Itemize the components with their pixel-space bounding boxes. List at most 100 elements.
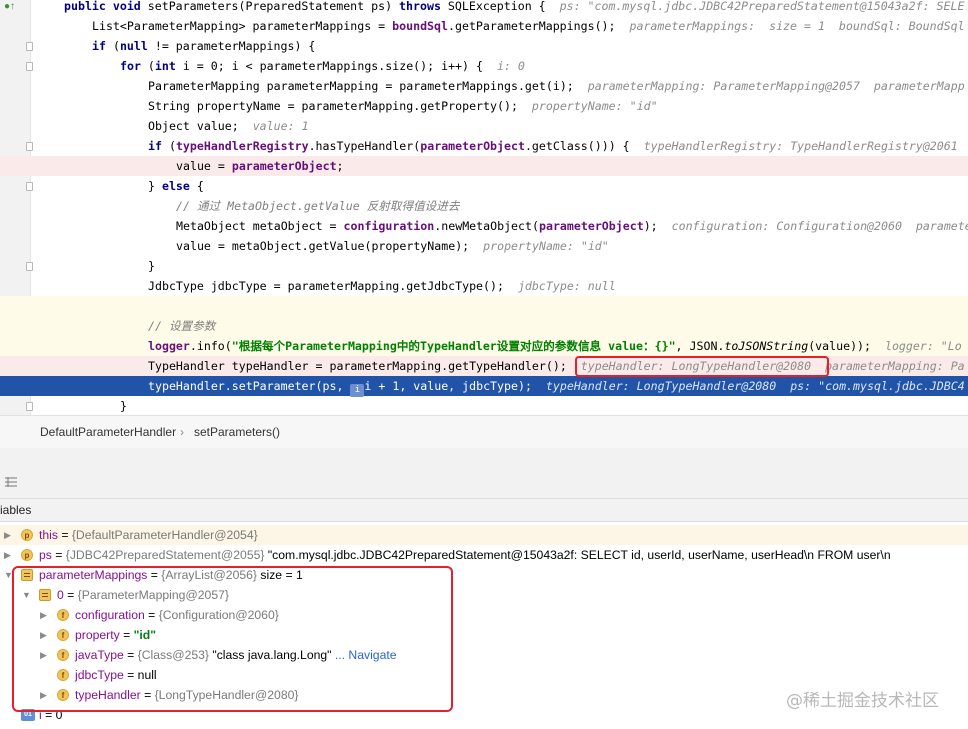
breadcrumb-method[interactable]: setParameters() [194,416,280,448]
code-token: typeHandler.setParameter(ps, [148,379,351,393]
collapsed-arrow-icon[interactable]: ▶ [4,545,11,565]
code-token: int [154,59,183,73]
code-token: toJSONString [724,339,809,353]
code-token: TypeHandler typeHandler = parameterMappi… [148,359,581,373]
code-token: } [148,179,162,193]
code-token: } [120,399,127,413]
code-text: // 通过 MetaObject.getValue 反射取得值设进去 [176,196,459,216]
code-token: , JSON. [675,339,725,353]
code-token: // 设置参数 [148,319,216,333]
code-line[interactable]: value = metaObject.getValue(propertyName… [0,236,968,256]
code-line[interactable]: JdbcType jdbcType = parameterMapping.get… [0,276,968,296]
fold-marker-icon[interactable] [26,142,33,151]
code-token: ); [643,219,672,233]
code-text: public void setParameters(PreparedStatem… [64,0,964,16]
code-line[interactable]: } [0,256,968,276]
code-line[interactable]: String propertyName = parameterMapping.g… [0,96,968,116]
code-line[interactable]: } else { [0,176,968,196]
code-text: List<ParameterMapping> parameterMappings… [92,16,965,36]
code-line[interactable]: // 通过 MetaObject.getValue 反射取得值设进去 [0,196,968,216]
code-token: null [119,39,155,53]
code-line[interactable]: for (int i = 0; i < parameterMappings.si… [0,56,968,76]
restore-layout-icon[interactable] [4,476,18,488]
code-token: MetaObject metaObject = [176,219,344,233]
code-line[interactable]: Object value; value: 1 [0,116,968,136]
code-token: ; i < parameterMappings.size(); i++) { [217,59,497,73]
code-token: typeHandlerRegistry [175,139,309,153]
code-token: value = [176,159,232,173]
code-line[interactable] [0,296,968,316]
code-line[interactable]: if (null != parameterMappings) { [0,36,968,56]
code-token: JdbcType jdbcType = parameterMapping.get… [148,279,518,293]
variable-equals: = [51,548,66,562]
breadcrumb-class[interactable]: DefaultParameterHandler [40,416,176,448]
code-text: MetaObject metaObject = configuration.ne… [176,216,968,236]
code-token: value = metaObject.getValue(propertyName… [176,239,484,253]
code-line[interactable]: } [0,396,968,415]
code-line[interactable]: logger.info("根据每个ParameterMapping中的TypeH… [0,336,968,356]
code-token: setParameters(PreparedStatement ps) [147,0,400,13]
code-token: i: 0 [496,59,525,73]
code-token: public void [64,0,148,13]
code-token: .getParameterMappings(); [448,19,630,33]
code-line[interactable]: // 设置参数 [0,316,968,336]
code-token: jdbcType: null [517,279,616,293]
code-token: parameterMapping: ParameterMapping@2057 … [587,79,965,93]
code-token: ( [168,139,176,153]
variable-value: {DefaultParameterHandler@2054} [71,528,258,542]
code-token: parameterMappings: size = 1 boundSql: Bo… [629,19,965,33]
code-line[interactable]: public void setParameters(PreparedStatem… [0,0,968,16]
highlight-box-typehandler-hint [575,356,829,377]
code-token: String propertyName = parameterMapping.g… [148,99,532,113]
code-text: value = metaObject.getValue(propertyName… [176,236,609,256]
code-token: // 通过 MetaObject.getValue 反射取得值设进去 [176,199,460,213]
fold-marker-icon[interactable] [26,42,33,51]
variable-row[interactable]: ▶ p this = {DefaultParameterHandler@2054} [0,525,968,545]
code-text: } else { [148,176,204,196]
code-line[interactable]: value = parameterObject; [0,156,968,176]
code-text: ParameterMapping parameterMapping = para… [148,76,965,96]
fold-marker-icon[interactable] [26,182,33,191]
fold-marker-icon[interactable] [26,402,33,411]
code-token: parameterObject [231,159,337,173]
code-token: if [148,139,169,153]
code-line[interactable]: List<ParameterMapping> parameterMappings… [0,16,968,36]
code-line[interactable]: typeHandler.setParameter(ps, ii + 1, val… [0,376,968,397]
code-line[interactable]: MetaObject metaObject = configuration.ne… [0,216,968,236]
code-text: String propertyName = parameterMapping.g… [148,96,658,116]
variables-header: iables [0,499,968,522]
variable-value: {JDBC42PreparedStatement@2055} [65,548,265,562]
code-token: propertyName: "id" [531,99,658,113]
fold-marker-icon[interactable] [26,62,33,71]
code-token: boundSql [392,19,448,33]
code-line[interactable]: ParameterMapping parameterMapping = para… [0,76,968,96]
code-token: typeHandlerRegistry: TypeHandlerRegistry… [643,139,958,153]
variable-row[interactable]: ▶ p ps = {JDBC42PreparedStatement@2055} "c… [0,545,968,565]
code-text: for (int i = 0; i < parameterMappings.si… [120,56,525,76]
variable-text: ps = {JDBC42PreparedStatement@2055} "com… [39,545,891,565]
code-editor[interactable]: ●↑ public void setParameters(PreparedSta… [0,0,968,415]
code-token: throws [399,0,448,13]
code-text: if (null != parameterMappings) { [92,36,315,56]
variable-text: this = {DefaultParameterHandler@2054} [39,525,258,545]
collapsed-arrow-icon[interactable]: ▶ [4,525,11,545]
code-token: ParameterMapping parameterMapping = para… [148,79,588,93]
highlight-box-parameter-mappings [12,566,453,712]
code-token: } [148,259,155,273]
code-token: configuration [343,219,435,233]
code-token: propertyName: "id" [483,239,609,253]
variables-title: iables [0,503,32,517]
code-token: for [120,59,148,73]
code-token: Object value; [148,119,253,133]
fold-marker-icon[interactable] [26,262,33,271]
code-token: logger: "Lo [884,339,962,353]
code-token: ps: "com.mysql.jdbc.JDBC42PreparedStatem… [559,0,965,13]
code-text: } [120,396,127,415]
code-token: ( [112,39,120,53]
code-token: SQLException { [447,0,560,13]
code-token: else [161,179,197,193]
code-token: (value)); [808,339,885,353]
code-token: "根据每个ParameterMapping中的TypeHandler设置对应的参… [231,339,676,353]
code-token: List<ParameterMapping> parameterMappings… [92,19,393,33]
code-line[interactable]: if (typeHandlerRegistry.hasTypeHandler(p… [0,136,968,156]
